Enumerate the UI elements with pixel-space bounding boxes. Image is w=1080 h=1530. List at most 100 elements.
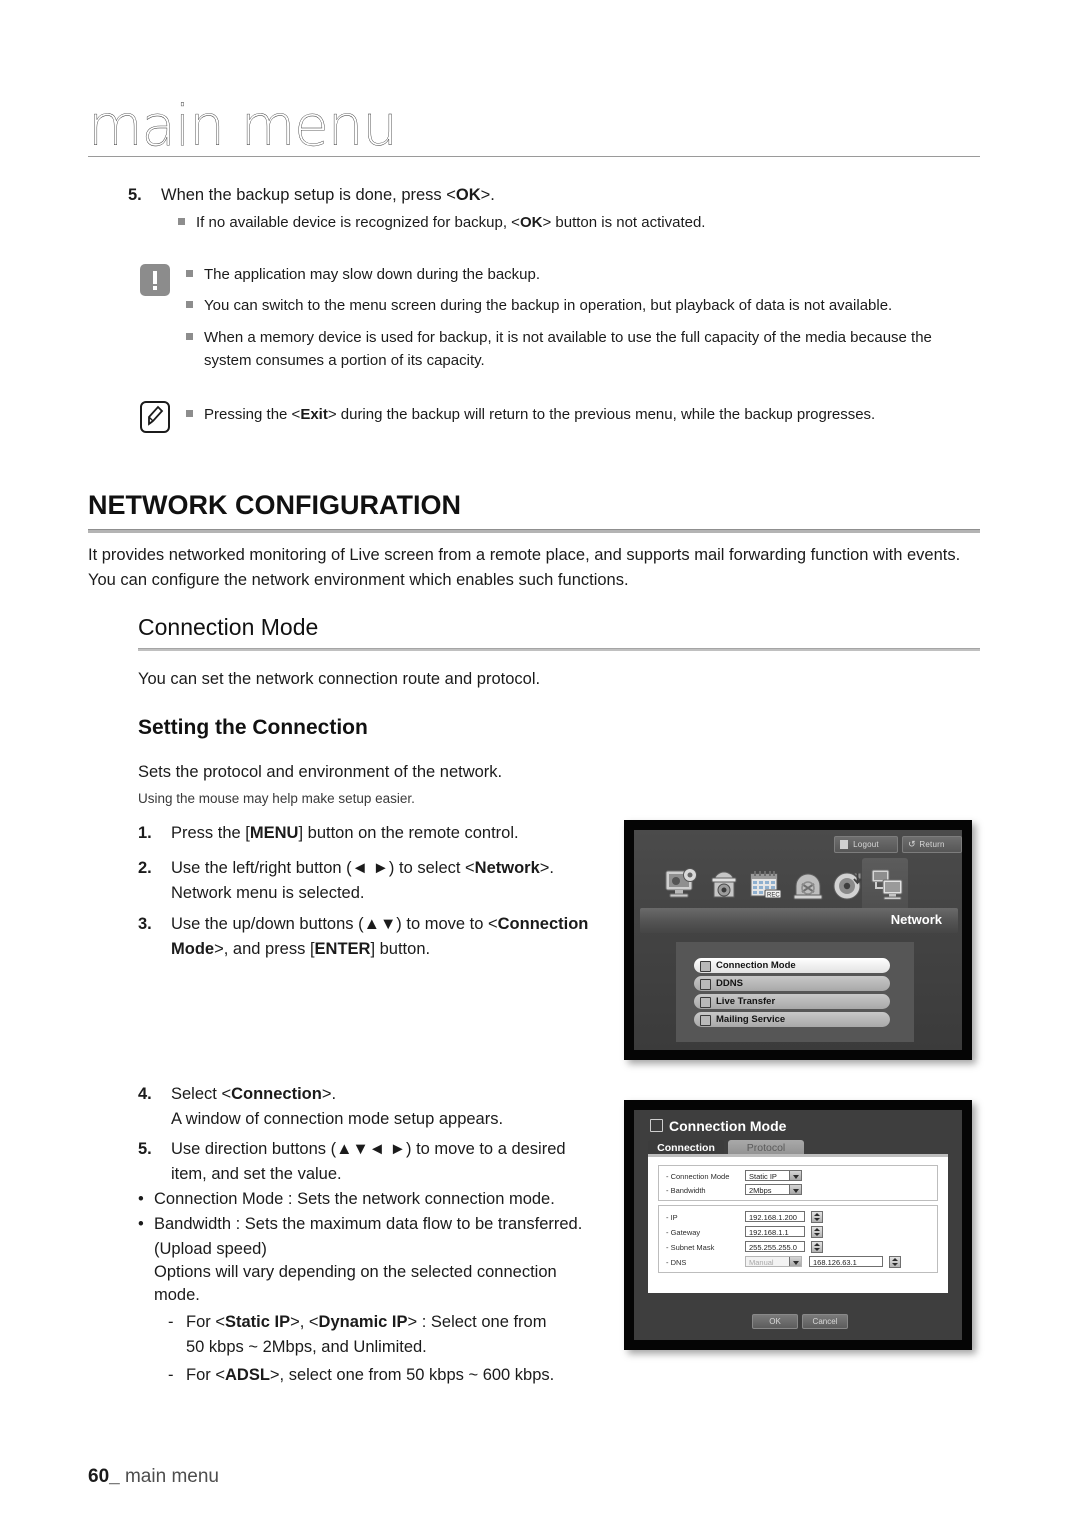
caution-icon bbox=[140, 264, 170, 296]
label-bandwidth: - Bandwidth bbox=[666, 1186, 706, 1195]
manual-page: main menu 5. When the backup setup is do… bbox=[0, 0, 1080, 1530]
dome-speaker-icon[interactable] bbox=[790, 866, 826, 904]
system-monitor-gear-icon[interactable] bbox=[664, 866, 700, 904]
step-text: Select <Connection>. A window of connecti… bbox=[171, 1085, 504, 1128]
list-item-text: Connection Mode : Sets the network conne… bbox=[154, 1190, 555, 1208]
subsection-divider bbox=[138, 648, 980, 651]
square-bullet-icon bbox=[186, 270, 193, 277]
list-item-text: Bandwidth : Sets the maximum data flow t… bbox=[154, 1215, 583, 1233]
label-connection-mode: - Connection Mode bbox=[666, 1172, 730, 1181]
caution-bullet-text: The application may slow down during the… bbox=[204, 266, 541, 283]
input-connection-mode[interactable]: Static IP bbox=[745, 1170, 802, 1181]
menu-item-mailing-service[interactable]: Mailing Service bbox=[694, 1012, 890, 1027]
section-divider bbox=[88, 529, 980, 533]
dns-stepper[interactable] bbox=[889, 1256, 901, 1268]
logout-icon bbox=[840, 840, 848, 849]
caution-bullet-text: You can switch to the menu screen during… bbox=[204, 297, 893, 314]
osd-tab-row: REC bbox=[664, 858, 924, 914]
cancel-button-label: Cancel bbox=[812, 1317, 838, 1326]
page-header: main menu bbox=[88, 94, 980, 160]
subsection-intro: You can set the network connection route… bbox=[138, 670, 541, 688]
note-bullet-text: If no available device is recognized for… bbox=[196, 214, 706, 231]
dialog-title-text: Connection Mode bbox=[669, 1118, 787, 1134]
dialog-window: Connection Mode Connection Protocol - Co… bbox=[634, 1110, 962, 1340]
network-monitors-icon[interactable] bbox=[870, 866, 906, 904]
list-item-text: For <Static IP>, <Dynamic IP> : Select o… bbox=[186, 1313, 547, 1356]
tab-connection-label: Connection bbox=[657, 1142, 715, 1154]
dash-bullet-icon: - bbox=[168, 1313, 174, 1331]
live-transfer-icon bbox=[700, 997, 711, 1008]
list-item: • Bandwidth : Sets the maximum data flow… bbox=[138, 1212, 618, 1237]
connection-icon bbox=[650, 1119, 663, 1132]
input-gateway[interactable]: 192.168.1.1 bbox=[745, 1226, 805, 1237]
return-label: Return bbox=[919, 840, 945, 849]
input-dns-mode-value: Manual bbox=[749, 1258, 774, 1267]
menu-item-label: DDNS bbox=[716, 978, 743, 989]
chevron-down-icon[interactable] bbox=[789, 1171, 801, 1180]
dialog-title: Connection Mode bbox=[650, 1118, 786, 1134]
logout-button[interactable]: Logout bbox=[834, 836, 898, 853]
ddns-icon bbox=[700, 979, 711, 990]
fieldset-addresses: - IP 192.168.1.200 - Gateway 192.168.1.1… bbox=[658, 1205, 938, 1273]
input-subnet-mask[interactable]: 255.255.255.0 bbox=[745, 1241, 805, 1252]
disc-backup-icon[interactable] bbox=[830, 866, 866, 904]
footer-label: main menu bbox=[124, 1466, 219, 1487]
square-bullet-icon bbox=[186, 301, 193, 308]
return-button[interactable]: ↺ Return bbox=[902, 836, 962, 853]
network-menu-panel: Connection Mode DDNS Live Transfer Maili… bbox=[676, 942, 914, 1042]
cancel-button[interactable]: Cancel bbox=[802, 1314, 848, 1329]
bandwidth-extra-line3: mode. bbox=[154, 1286, 200, 1304]
label-gateway: - Gateway bbox=[666, 1228, 701, 1237]
calendar-rec-icon[interactable]: REC bbox=[748, 866, 784, 904]
input-ip-value: 192.168.1.200 bbox=[749, 1213, 797, 1222]
page-footer: 60_ main menu bbox=[88, 1466, 219, 1488]
caution-bullet: You can switch to the menu screen during… bbox=[186, 294, 976, 317]
input-dns-address[interactable]: 168.126.63.1 bbox=[809, 1256, 883, 1267]
logout-label: Logout bbox=[853, 840, 879, 849]
chevron-down-icon[interactable] bbox=[789, 1185, 801, 1194]
dome-camera-icon[interactable] bbox=[706, 866, 742, 904]
step-text: When the backup setup is done, press <OK… bbox=[161, 186, 495, 204]
step-item: 4. Select <Connection>. A window of conne… bbox=[138, 1082, 608, 1132]
list-item: • Connection Mode : Sets the network con… bbox=[138, 1187, 608, 1212]
input-subnet-mask-value: 255.255.255.0 bbox=[749, 1243, 797, 1252]
menu-item-connection-mode[interactable]: Connection Mode bbox=[694, 958, 890, 973]
menu-item-label: Connection Mode bbox=[716, 960, 796, 971]
menu-item-ddns[interactable]: DDNS bbox=[694, 976, 890, 991]
sub2-heading: Setting the Connection bbox=[138, 716, 368, 739]
caution-bullet: When a memory device is used for backup,… bbox=[186, 326, 961, 372]
ok-button[interactable]: OK bbox=[752, 1314, 798, 1329]
input-dns-mode[interactable]: Manual bbox=[745, 1256, 802, 1267]
subnet-mask-stepper[interactable] bbox=[811, 1241, 823, 1253]
note-bullet: If no available device is recognized for… bbox=[178, 211, 938, 234]
page-title: main menu bbox=[88, 94, 398, 159]
input-bandwidth-value: 2Mbps bbox=[749, 1186, 772, 1195]
square-bullet-icon bbox=[178, 218, 185, 225]
label-dns: - DNS bbox=[666, 1258, 687, 1267]
step-text: Press the [MENU] button on the remote co… bbox=[171, 824, 519, 842]
step-item: 5. When the backup setup is done, press … bbox=[128, 183, 748, 208]
step-number: 5. bbox=[128, 186, 142, 204]
step-text: Use direction buttons (▲▼◄ ►) to move to… bbox=[171, 1140, 566, 1183]
header-divider bbox=[88, 156, 980, 157]
connection-icon bbox=[700, 961, 711, 972]
square-bullet-icon bbox=[186, 410, 193, 417]
caution-bullet-text: When a memory device is used for backup,… bbox=[204, 329, 932, 369]
ip-stepper[interactable] bbox=[811, 1211, 823, 1223]
chevron-down-icon[interactable] bbox=[789, 1257, 801, 1266]
step-number: 2. bbox=[138, 859, 152, 877]
input-bandwidth[interactable]: 2Mbps bbox=[745, 1184, 802, 1195]
input-ip[interactable]: 192.168.1.200 bbox=[745, 1211, 805, 1222]
dot-bullet-icon: • bbox=[138, 1190, 144, 1208]
note-bullet: Pressing the <Exit> during the backup wi… bbox=[186, 403, 976, 426]
page-number: 60_ bbox=[88, 1466, 120, 1487]
note-bullet-text: Pressing the <Exit> during the backup wi… bbox=[204, 406, 876, 423]
screenshot-connection-mode-dialog: Connection Mode Connection Protocol - Co… bbox=[624, 1100, 972, 1350]
network-tab-label: Network bbox=[890, 912, 942, 927]
gateway-stepper[interactable] bbox=[811, 1226, 823, 1238]
subsection-heading-block: Connection Mode bbox=[138, 614, 980, 651]
step-text: Use the left/right button (◄ ►) to selec… bbox=[171, 859, 555, 902]
menu-item-live-transfer[interactable]: Live Transfer bbox=[694, 994, 890, 1009]
dialog-footer: OK Cancel bbox=[634, 1314, 962, 1334]
step-item: 1. Press the [MENU] button on the remote… bbox=[138, 821, 608, 846]
